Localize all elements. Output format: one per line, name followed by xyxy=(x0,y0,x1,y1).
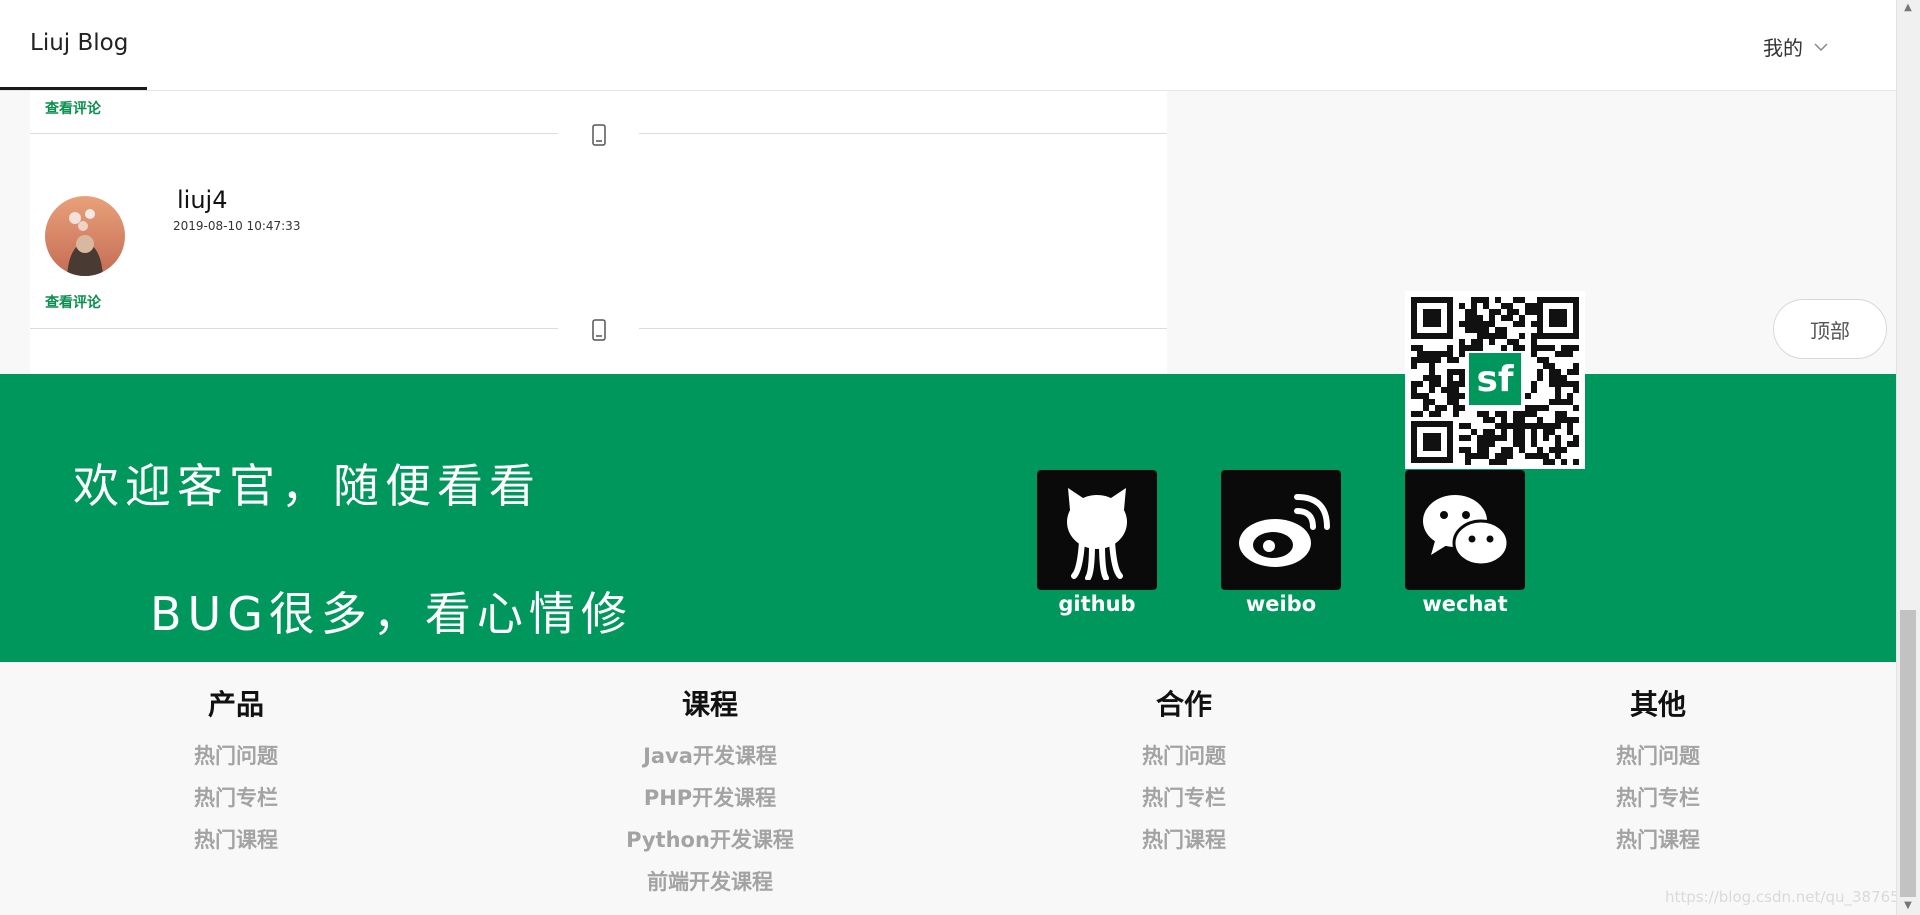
footer-column-title: 课程 xyxy=(681,688,738,721)
scroll-up-arrow-icon[interactable]: ▲ xyxy=(1902,2,1914,13)
view-comments-link[interactable]: 查看评论 xyxy=(45,98,101,118)
top-navbar: Liuj Blog 我的 xyxy=(0,0,1896,91)
github-label: github xyxy=(1058,592,1136,616)
comment-timestamp: 2019-08-10 10:47:33 xyxy=(173,219,301,233)
wechat-label: wechat xyxy=(1422,592,1508,616)
back-to-top-button[interactable]: 顶部 xyxy=(1773,299,1887,359)
qr-badge-text: sf xyxy=(1476,359,1513,400)
footer-link[interactable]: 热门问题 xyxy=(86,735,386,777)
divider xyxy=(639,133,1167,134)
footer-link[interactable]: 热门问题 xyxy=(1034,735,1334,777)
footer-column-courses: 课程 Java开发课程 PHP开发课程 Python开发课程 前端开发课程 xyxy=(560,683,860,903)
footer-column-title: 产品 xyxy=(207,688,264,721)
comment-list: 查看评论 liuj4 2019-08-10 10:47:33 查看评论 xyxy=(30,91,1167,374)
footer-link[interactable]: 前端开发课程 xyxy=(560,861,860,903)
footer-link[interactable]: 热门课程 xyxy=(1508,819,1808,861)
my-dropdown-menu[interactable]: 我的 xyxy=(1763,32,1829,61)
footer-link[interactable]: Java开发课程 xyxy=(560,735,860,777)
divider xyxy=(639,328,1167,329)
weibo-link[interactable]: weibo xyxy=(1221,470,1341,616)
watermark-text: https://blog.csdn.net/qu_38765786 xyxy=(1665,888,1920,906)
weibo-icon xyxy=(1221,470,1341,590)
banner-slogan-2: BUG很多，看心情修 xyxy=(150,587,633,641)
wechat-qr-code: sf xyxy=(1405,291,1585,469)
github-link[interactable]: github xyxy=(1037,470,1157,616)
divider xyxy=(30,328,558,329)
github-icon xyxy=(1037,470,1157,590)
banner-slogan-1: 欢迎客官，随便看看 xyxy=(73,459,541,513)
wechat-link[interactable]: wechat xyxy=(1405,470,1525,616)
footer-link[interactable]: 热门专栏 xyxy=(1034,777,1334,819)
wechat-icon xyxy=(1405,470,1525,590)
divider xyxy=(30,133,558,134)
avatar[interactable] xyxy=(45,196,125,276)
footer-column-title: 其他 xyxy=(1629,688,1686,721)
footer-column-products: 产品 热门问题 热门专栏 热门课程 xyxy=(86,683,386,861)
footer-link[interactable]: Python开发课程 xyxy=(560,819,860,861)
footer-link[interactable]: 热门课程 xyxy=(86,819,386,861)
my-menu-label: 我的 xyxy=(1763,36,1803,60)
footer-link[interactable]: 热门课程 xyxy=(1034,819,1334,861)
active-tab-underline xyxy=(0,87,147,90)
mobile-device-icon xyxy=(592,124,606,146)
footer-link[interactable]: 热门问题 xyxy=(1508,735,1808,777)
footer-link[interactable]: 热门专栏 xyxy=(86,777,386,819)
chevron-down-icon xyxy=(1814,42,1828,51)
brand-logo-text[interactable]: Liuj Blog xyxy=(30,30,128,56)
footer-column-title: 合作 xyxy=(1155,688,1212,721)
comment-username[interactable]: liuj4 xyxy=(177,186,227,214)
weibo-label: weibo xyxy=(1245,592,1317,616)
welcome-banner: 欢迎客官，随便看看 BUG很多，看心情修 github weibo wechat xyxy=(0,374,1896,662)
scrollbar-thumb[interactable] xyxy=(1900,610,1916,897)
footer-link[interactable]: 热门专栏 xyxy=(1508,777,1808,819)
footer-column-cooperation: 合作 热门问题 热门专栏 热门课程 xyxy=(1034,683,1334,861)
footer-column-other: 其他 热门问题 热门专栏 热门课程 xyxy=(1508,683,1808,861)
scroll-down-arrow-icon[interactable]: ▼ xyxy=(1902,900,1914,911)
footer-link[interactable]: PHP开发课程 xyxy=(560,777,860,819)
mobile-device-icon xyxy=(592,319,606,341)
view-comments-link[interactable]: 查看评论 xyxy=(45,292,101,312)
